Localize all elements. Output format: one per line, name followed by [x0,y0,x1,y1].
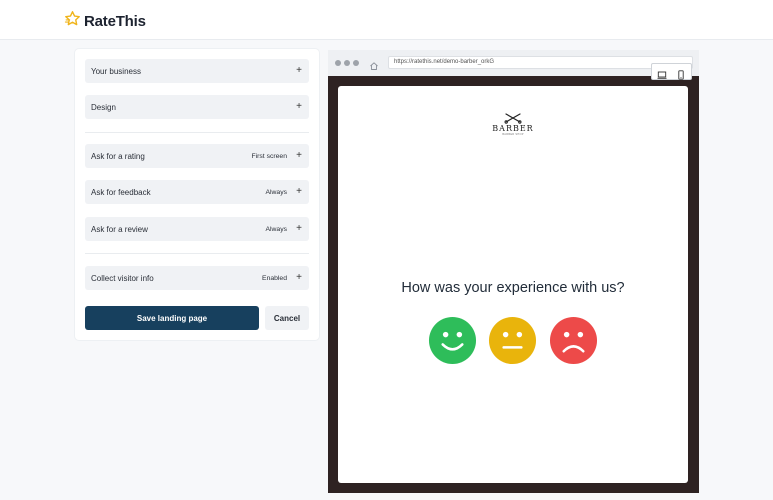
section-label: Your business [91,66,141,76]
sad-face-icon[interactable] [549,316,598,365]
window-dot-icon [353,60,359,66]
window-dot-icon [344,60,350,66]
divider [85,132,309,133]
url-bar[interactable]: https://ratethis.net/demo-barber_orkG [388,56,693,69]
section-label: Collect visitor info [91,273,154,283]
expand-plus-icon[interactable]: + [295,187,303,197]
section-ask-feedback[interactable]: Ask for feedback Always + [85,180,309,204]
landing-page-preview: BARBER BARBER SHOP How was your experien… [338,86,688,483]
section-value: Enabled [262,274,287,282]
expand-plus-icon[interactable]: + [295,273,303,283]
rating-question: How was your experience with us? [401,280,625,296]
expand-plus-icon[interactable]: + [295,224,303,234]
section-label: Design [91,102,116,112]
happy-face-icon[interactable] [428,316,477,365]
section-label: Ask for feedback [91,187,151,197]
window-dot-icon [335,60,341,66]
app-name: RateThis [84,12,146,30]
section-your-business[interactable]: Your business + [85,59,309,83]
section-value: Always [265,188,287,196]
section-ask-review[interactable]: Ask for a review Always + [85,217,309,241]
expand-plus-icon[interactable]: + [295,66,303,76]
section-design[interactable]: Design + [85,95,309,119]
settings-panel: Your business + Design + Ask for a ratin… [75,49,319,340]
expand-plus-icon[interactable]: + [295,102,303,112]
home-icon[interactable] [369,58,379,70]
section-ask-rating[interactable]: Ask for a rating First screen + [85,144,309,168]
section-label: Ask for a rating [91,151,145,161]
section-value: Always [265,225,287,233]
browser-toolbar: https://ratethis.net/demo-barber_orkG [328,50,699,76]
cancel-button[interactable]: Cancel [265,306,309,330]
device-toggle [651,63,692,80]
section-collect-visitor-info[interactable]: Collect visitor info Enabled + [85,266,309,290]
desktop-icon[interactable] [657,67,667,79]
device-frame: BARBER BARBER SHOP How was your experien… [328,76,699,493]
preview-browser: https://ratethis.net/demo-barber_orkG BA… [328,50,699,493]
section-value: First screen [251,152,287,160]
divider [85,253,309,254]
neutral-face-icon[interactable] [488,316,537,365]
save-landing-page-button[interactable]: Save landing page [85,306,259,330]
top-bar: RateThis [0,0,773,40]
expand-plus-icon[interactable]: + [295,151,303,161]
mobile-icon[interactable] [676,67,686,80]
app-logo[interactable]: RateThis [64,10,146,32]
scissors-icon [492,112,534,124]
section-label: Ask for a review [91,224,148,234]
brand-name: BARBER [492,124,534,133]
barber-logo: BARBER BARBER SHOP [492,112,534,136]
star-logo-icon [64,10,81,32]
brand-tagline: BARBER SHOP [502,133,524,136]
